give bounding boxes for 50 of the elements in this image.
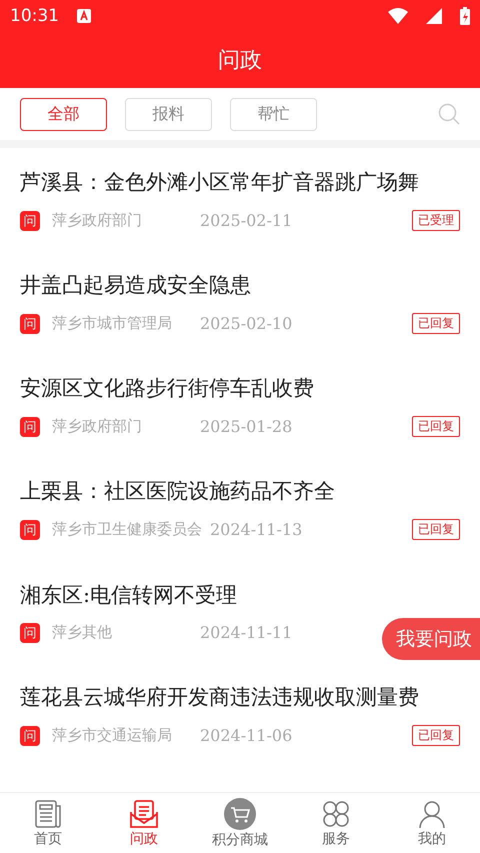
item-title[interactable]: 上栗县：社区医院设施药品不齐全 <box>20 477 460 505</box>
page-title: 问政 <box>218 47 262 75</box>
item-title[interactable]: 莲花县云城华府开发商违法违规收取测量费 <box>20 683 460 711</box>
nav-tab[interactable]: 服务 <box>288 793 384 853</box>
date-label: 2025-01-28 <box>200 417 292 436</box>
date-label: 2024-11-13 <box>210 520 302 539</box>
status-tag: 已回复 <box>412 416 460 437</box>
status-tag: 已回复 <box>412 519 460 540</box>
date-label: 2025-02-11 <box>200 211 292 230</box>
department-label: 萍乡市城市管理局 <box>52 314 173 333</box>
status-tag: 已回复 <box>412 725 460 746</box>
item-title[interactable]: 芦溪县：金色外滩小区常年扩音器跳广场舞 <box>20 168 460 196</box>
department-label: 萍乡市交通运输局 <box>52 726 173 745</box>
newspaper-icon <box>33 798 63 828</box>
department-label: 萍乡其他 <box>52 623 113 642</box>
nav-tab[interactable]: 我的 <box>384 793 480 853</box>
filter-tab[interactable]: 全部 <box>20 98 107 130</box>
grid-icon <box>321 798 351 828</box>
nav-tab[interactable]: 积分商城 <box>192 793 288 853</box>
status-tag: 已回复 <box>412 313 460 334</box>
department-label: 萍乡市卫生健康委员会 <box>52 520 202 539</box>
cart-icon <box>224 798 256 830</box>
date-label: 2025-02-10 <box>200 314 292 333</box>
department-label: 萍乡政府部门 <box>52 417 143 436</box>
date-label: 2024-11-11 <box>200 623 292 642</box>
battery-icon <box>460 7 470 25</box>
filter-tab[interactable]: 报料 <box>125 98 212 130</box>
nav-tab[interactable]: 问政 <box>96 793 192 853</box>
question-badge: 问 <box>20 622 40 642</box>
question-badge: 问 <box>20 520 40 540</box>
status-time: 10:31 <box>10 6 59 26</box>
search-icon[interactable] <box>438 103 460 125</box>
question-badge: 问 <box>20 314 40 334</box>
wifi-icon <box>388 8 408 24</box>
question-badge: 问 <box>20 416 40 436</box>
question-badge: 问 <box>20 210 40 230</box>
notification-icon <box>77 9 91 23</box>
ask-button[interactable]: 我要问政 <box>382 618 480 660</box>
nav-tab[interactable]: 首页 <box>0 793 96 853</box>
status-tag: 已受理 <box>412 210 460 231</box>
item-title[interactable]: 安源区文化路步行街停车乱收费 <box>20 374 460 402</box>
filter-tab[interactable]: 帮忙 <box>230 98 317 130</box>
person-icon <box>417 798 447 828</box>
envelope-icon <box>128 798 160 828</box>
signal-icon <box>426 8 442 24</box>
department-label: 萍乡政府部门 <box>52 211 143 230</box>
question-badge: 问 <box>20 726 40 746</box>
item-title[interactable]: 湘东区:电信转网不受理 <box>20 580 460 608</box>
item-title[interactable]: 井盖凸起易造成安全隐患 <box>20 271 460 299</box>
date-label: 2024-11-06 <box>200 726 292 745</box>
